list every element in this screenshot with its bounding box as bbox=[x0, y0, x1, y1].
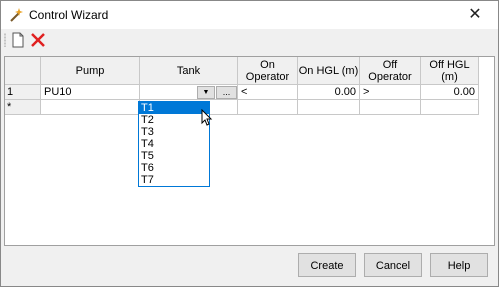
tank-option-t5[interactable]: T5 bbox=[139, 150, 209, 162]
column-header-tank[interactable]: Tank bbox=[140, 57, 238, 85]
on-hgl-cell[interactable]: 0.00 bbox=[298, 85, 360, 100]
toolbar-grip bbox=[4, 33, 6, 47]
new-row-marker[interactable]: * bbox=[5, 100, 41, 115]
help-button[interactable]: Help bbox=[430, 253, 488, 277]
tank-option-t4[interactable]: T4 bbox=[139, 138, 209, 150]
delete-icon[interactable] bbox=[30, 32, 46, 48]
off-operator-cell[interactable]: > bbox=[360, 85, 421, 100]
new-document-icon[interactable] bbox=[10, 32, 26, 48]
cancel-button[interactable]: Cancel bbox=[364, 253, 422, 277]
new-row-off-operator-cell[interactable] bbox=[360, 100, 421, 115]
new-row-on-operator-cell[interactable] bbox=[238, 100, 298, 115]
window-title: Control Wizard bbox=[29, 8, 109, 22]
tank-dropdown-list[interactable]: T1 T2 T3 T4 T5 T6 T7 bbox=[138, 101, 210, 187]
tank-ellipsis-button[interactable]: ... bbox=[216, 86, 237, 99]
close-window-button[interactable]: ✕ bbox=[452, 1, 498, 29]
new-row-off-hgl-cell[interactable] bbox=[421, 100, 479, 115]
control-wizard-dialog: Control Wizard ✕ Pump Tank On Operator O… bbox=[0, 0, 499, 287]
new-row-on-hgl-cell[interactable] bbox=[298, 100, 360, 115]
column-header-off-operator[interactable]: Off Operator bbox=[360, 57, 421, 85]
title-bar: Control Wizard ✕ bbox=[1, 1, 498, 29]
pump-cell[interactable]: PU10 bbox=[41, 85, 140, 100]
wand-icon bbox=[10, 8, 23, 22]
toolbar bbox=[1, 29, 498, 51]
tank-option-t3[interactable]: T3 bbox=[139, 126, 209, 138]
column-header-off-hgl[interactable]: Off HGL (m) bbox=[421, 57, 479, 85]
tank-option-t1[interactable]: T1 bbox=[139, 102, 209, 114]
row-header-corner bbox=[5, 57, 41, 85]
column-header-on-hgl[interactable]: On HGL (m) bbox=[298, 57, 360, 85]
on-operator-cell[interactable]: < bbox=[238, 85, 298, 100]
tank-option-t6[interactable]: T6 bbox=[139, 162, 209, 174]
controls-grid[interactable]: Pump Tank On Operator On HGL (m) Off Ope… bbox=[4, 56, 495, 246]
tank-dropdown-button[interactable]: ▼ bbox=[197, 86, 215, 99]
create-button[interactable]: Create bbox=[298, 253, 356, 277]
tank-option-t2[interactable]: T2 bbox=[139, 114, 209, 126]
new-row-pump-cell[interactable] bbox=[41, 100, 140, 115]
tank-option-t7[interactable]: T7 bbox=[139, 174, 209, 186]
column-header-on-operator[interactable]: On Operator bbox=[238, 57, 298, 85]
off-hgl-cell[interactable]: 0.00 bbox=[421, 85, 479, 100]
row-number[interactable]: 1 bbox=[5, 85, 41, 100]
column-header-pump[interactable]: Pump bbox=[41, 57, 140, 85]
mouse-cursor-icon bbox=[201, 109, 213, 126]
